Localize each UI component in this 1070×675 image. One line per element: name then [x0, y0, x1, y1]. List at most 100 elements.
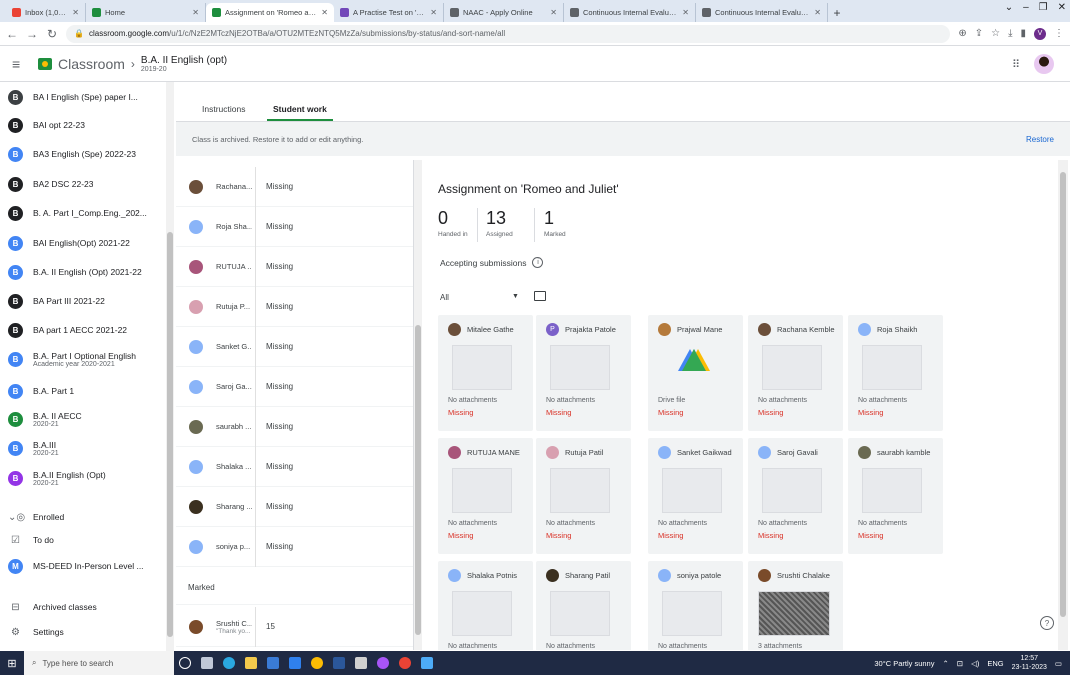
app-blue-icon[interactable] [416, 651, 438, 675]
detail-scrollbar[interactable] [1058, 160, 1068, 650]
submission-card[interactable]: Prajwal Mane Drive file Missing [648, 315, 743, 431]
submission-card[interactable]: Roja Shaikh No attachments Missing [848, 315, 943, 431]
stat-marked[interactable]: 1 Marked [544, 208, 566, 238]
sidebar-class-item[interactable]: B BA2 DSC 22-23 [0, 171, 165, 197]
browser-tab[interactable]: Continuous Internal Evaluation ✕ [564, 3, 696, 22]
sidebar-enrolled[interactable]: ⌄◎ Enrolled [0, 506, 165, 528]
pen-icon[interactable] [350, 651, 372, 675]
sidebar-class-item[interactable]: B B.A.III 2020-21 [0, 435, 165, 461]
reload-icon[interactable]: ↻ [46, 27, 58, 41]
student-row[interactable]: Saroj Ga... Missing [176, 366, 413, 407]
student-row[interactable]: Sanket G... Missing [176, 326, 413, 367]
bookmark-star-icon[interactable]: ☆ [991, 28, 1000, 39]
new-tab-icon[interactable]: + [828, 3, 846, 22]
student-row[interactable]: soniya p... Missing [176, 526, 413, 567]
sidebar-enrolled-class[interactable]: M MS-DEED In-Person Level ... [0, 554, 165, 578]
detail-scroll-thumb[interactable] [1060, 172, 1066, 617]
clock[interactable]: 12:57 23-11-2023 [1012, 654, 1047, 672]
app-purple-icon[interactable] [372, 651, 394, 675]
sidebar-class-item[interactable]: B B.A.II English (Opt) 2020-21 [0, 465, 165, 491]
browser-tab[interactable]: Inbox (1,047) - vckiqac@gmail.c✕ [6, 3, 86, 22]
google-apps-icon[interactable]: ⠿ [1012, 58, 1020, 71]
sidebar-class-item[interactable]: B B.A. II AECC 2020-21 [0, 406, 165, 432]
sidebar-class-item[interactable]: B B.A. Part I Optional English Academic ye… [0, 346, 165, 372]
student-grade[interactable]: 15 [266, 622, 275, 631]
sidebar-class-item[interactable]: B BAI opt 22-23 [0, 112, 165, 138]
browser-tab[interactable]: Home ✕ [86, 3, 206, 22]
submission-card[interactable]: Rachana Kemble No attachments Missing [748, 315, 843, 431]
language-indicator[interactable]: ENG [987, 659, 1003, 668]
sidebar-settings[interactable]: ⚙ Settings [0, 621, 165, 643]
browser-tab[interactable]: Assignment on 'Romeo and Juli ✕ [206, 3, 334, 22]
minimize-icon[interactable]: – [1023, 2, 1029, 13]
browser-tab[interactable]: A Practise Test on 'Romeo and ✕ [334, 3, 444, 22]
tab-instructions[interactable]: Instructions [202, 104, 245, 114]
file-explorer-icon[interactable] [240, 651, 262, 675]
profile-icon[interactable]: V [1034, 27, 1046, 40]
edge-icon[interactable] [218, 651, 240, 675]
help-icon[interactable]: ? [1040, 616, 1054, 630]
restore-button[interactable]: Restore [1026, 135, 1054, 144]
more-menu-icon[interactable]: ⋮ [1054, 28, 1064, 39]
student-row[interactable]: saurabh ... Missing [176, 406, 413, 447]
share-icon[interactable]: ⇪ [975, 28, 983, 39]
submission-card[interactable]: Rutuja Patil No attachments Missing [536, 438, 631, 554]
tab-close-icon[interactable]: ✕ [321, 8, 328, 17]
tab-student-work[interactable]: Student work [267, 104, 333, 121]
submission-card[interactable]: P Prajakta Patole No attachments Missing [536, 315, 631, 431]
student-row[interactable]: Srushti C... "Thank yo... 15 [176, 606, 413, 647]
store-icon[interactable] [262, 651, 284, 675]
accepting-submissions-toggle[interactable]: Accepting submissions i [440, 257, 544, 268]
sidebar-scrollbar[interactable] [166, 82, 174, 652]
sidebar-class-item[interactable]: B BA I English (Spe) paper I... [0, 84, 165, 110]
chrome-profile-icon[interactable] [394, 651, 416, 675]
tab-close-icon[interactable]: ✕ [550, 8, 557, 17]
submission-card[interactable]: RUTUJA MANE No attachments Missing [438, 438, 533, 554]
close-window-icon[interactable]: ✕ [1058, 2, 1066, 13]
stat-assigned[interactable]: 13 Assigned [486, 208, 513, 238]
sidebar-archived-classes[interactable]: ⊟ Archived classes [0, 596, 165, 618]
side-panel-icon[interactable]: ▮ [1020, 28, 1026, 39]
student-row[interactable]: Sharang ... Missing [176, 486, 413, 527]
submission-card[interactable]: saurabh kamble No attachments Missing [848, 438, 943, 554]
dropdown-arrow-icon[interactable]: ▼ [512, 293, 519, 300]
submission-card[interactable]: Saroj Gavali No attachments Missing [748, 438, 843, 554]
tab-close-icon[interactable]: ✕ [682, 8, 689, 17]
info-icon[interactable]: i [532, 257, 544, 268]
roster-scroll-thumb[interactable] [415, 325, 421, 635]
submission-card[interactable]: Mitalee Gathe No attachments Missing [438, 315, 533, 431]
student-row[interactable]: Roja Sha... Missing [176, 206, 413, 247]
account-avatar[interactable] [1034, 54, 1054, 74]
back-icon[interactable]: ← [6, 27, 18, 41]
sidebar-class-item[interactable]: B B.A. Part 1 [0, 378, 165, 404]
breadcrumb-class[interactable]: B.A. II English (opt) 2019-20 [141, 55, 227, 73]
submission-card[interactable]: Srushti Chalake 3 attachments [748, 561, 843, 650]
windows-start-icon[interactable]: ⊞ [0, 657, 24, 670]
maximize-icon[interactable]: ❐ [1039, 2, 1048, 13]
sidebar-todo[interactable]: ☑ To do [0, 529, 165, 551]
taskbar-search[interactable]: ⌕ Type here to search [24, 651, 174, 675]
download-icon[interactable]: ⤓ [1008, 28, 1012, 39]
google-lens-icon[interactable]: ⊕ [958, 28, 966, 39]
roster-scrollbar[interactable] [414, 160, 422, 650]
mail-icon[interactable] [284, 651, 306, 675]
tab-close-icon[interactable]: ✕ [814, 8, 821, 17]
sidebar-class-item[interactable]: B BA part 1 AECC 2021-22 [0, 317, 165, 343]
browser-tab[interactable]: NAAC - Apply Online ✕ [444, 3, 564, 22]
main-menu-icon[interactable]: ≡ [12, 56, 32, 72]
sidebar-scroll-thumb[interactable] [167, 232, 173, 637]
classroom-logo-icon[interactable] [38, 57, 52, 70]
sidebar-class-item[interactable]: B BAI English(Opt) 2021-22 [0, 230, 165, 256]
submission-card[interactable]: Sanket Gaikwad No attachments Missing [648, 438, 743, 554]
forward-icon[interactable]: → [26, 27, 38, 41]
stat-handed-in[interactable]: 0 Handed in [438, 208, 468, 238]
network-icon[interactable]: ⊡ [957, 659, 963, 668]
sidebar-class-item[interactable]: B B. A. Part I_Comp.Eng._202... [0, 200, 165, 226]
volume-icon[interactable]: ◁) [971, 659, 979, 668]
submission-card[interactable]: Sharang Patil No attachments [536, 561, 631, 650]
tab-search-icon[interactable]: ⌄ [1005, 2, 1013, 13]
tab-close-icon[interactable]: ✕ [192, 8, 199, 17]
student-row[interactable]: Rachana... Missing [176, 166, 413, 207]
cortana-icon[interactable] [174, 651, 196, 675]
student-row[interactable]: Shalaka ... Missing [176, 446, 413, 487]
